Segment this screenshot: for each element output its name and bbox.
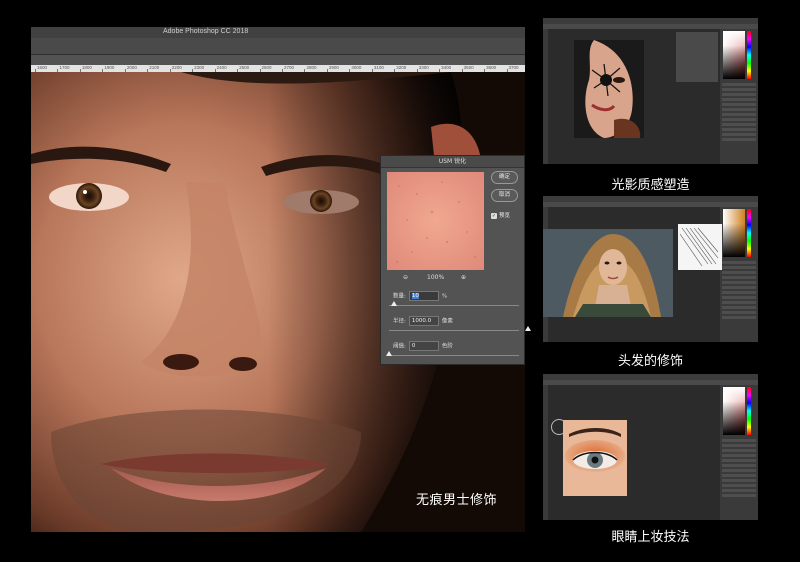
document-tab-bar[interactable]: [31, 55, 525, 65]
woman-hair-photo: [543, 229, 673, 317]
hair-strands-icon: [678, 224, 722, 270]
amount-row: 数量: 10%: [393, 291, 447, 301]
ruler-label: 3000: [351, 65, 362, 70]
color-picker: [723, 387, 745, 435]
thumbnail-eye-makeup[interactable]: [543, 374, 758, 520]
ruler-label: 2000: [126, 65, 137, 70]
threshold-row: 阈值: 0 色阶: [393, 341, 453, 351]
zoom-out-icon[interactable]: ⊖: [403, 274, 408, 281]
ruler-label: 1800: [81, 65, 92, 70]
color-picker: [723, 31, 745, 79]
threshold-label: 阈值:: [393, 343, 406, 350]
radius-unit: 像素: [441, 318, 453, 325]
amount-slider[interactable]: [389, 301, 519, 306]
ruler-label: 2400: [216, 65, 227, 70]
threshold-input[interactable]: 0: [408, 341, 439, 351]
panels: [720, 385, 758, 520]
panels: [720, 29, 758, 164]
ruler-label: 3500: [463, 65, 474, 70]
threshold-slider[interactable]: [386, 351, 519, 356]
toolbar: [543, 29, 548, 164]
radius-label: 半径:: [393, 318, 406, 325]
eye-makeup-photo: [563, 420, 627, 496]
title-bar: Adobe Photoshop CC 2018: [31, 27, 525, 38]
caption-hair: 头发的修饰: [617, 354, 683, 369]
skin-preview: [387, 172, 484, 270]
panels: [720, 207, 758, 342]
preview-label: 预览: [499, 213, 511, 219]
ruler-label: 3600: [486, 65, 497, 70]
ruler-label: 2200: [171, 65, 182, 70]
zoom-in-icon[interactable]: ⊕: [461, 274, 466, 281]
ruler-label: 3100: [373, 65, 384, 70]
properties-panel: [676, 32, 718, 82]
ruler-label: 1900: [104, 65, 115, 70]
threshold-slider-thumb[interactable]: [386, 351, 392, 356]
radius-slider[interactable]: [389, 326, 531, 331]
radius-input[interactable]: 1000.0: [408, 316, 439, 326]
ruler-label: 1600: [37, 65, 48, 70]
options-bar[interactable]: [31, 38, 525, 55]
ruler-label: 2300: [194, 65, 205, 70]
amount-unit: %: [441, 293, 448, 300]
usm-sharpen-dialog: USM 锐化 ⊖ 100% ⊕ 确定 取消 ✓ 预览 数量: 10% 半径: 1…: [380, 155, 531, 365]
ruler-label: 2900: [328, 65, 339, 70]
main-caption: 无痕男士修饰: [416, 493, 498, 508]
thumbnail-light-shadow[interactable]: [543, 18, 758, 164]
amount-slider-thumb[interactable]: [391, 301, 397, 306]
channel-preview: [678, 224, 722, 270]
checkmark-icon: ✓: [491, 212, 497, 219]
ok-button[interactable]: 确定: [491, 171, 518, 184]
toolbar: [543, 385, 548, 520]
ruler-label: 3300: [418, 65, 429, 70]
zoom-level: 100%: [427, 274, 445, 281]
ruler-label: 2800: [306, 65, 317, 70]
caption-eye-makeup: 眼睛上妆技法: [611, 530, 690, 545]
threshold-unit: 色阶: [441, 343, 453, 350]
ruler-label: 2700: [284, 65, 295, 70]
color-picker: [723, 209, 745, 257]
hue-strip: [747, 31, 751, 79]
preview-image[interactable]: [387, 172, 484, 270]
ruler-label: 3200: [396, 65, 407, 70]
radius-row: 半径: 1000.0 像素: [393, 316, 453, 326]
window-title: Adobe Photoshop CC 2018: [163, 28, 249, 35]
radius-slider-thumb[interactable]: [525, 326, 531, 331]
ruler-label: 2100: [149, 65, 160, 70]
ruler-label: 1700: [59, 65, 70, 70]
woman-spider-photo: [574, 40, 644, 138]
cancel-button[interactable]: 取消: [491, 189, 518, 202]
ruler-label: 2500: [239, 65, 250, 70]
ruler-label: 3700: [508, 65, 519, 70]
caption-light-shadow: 光影质感塑造: [611, 178, 690, 193]
amount-label: 数量:: [393, 293, 406, 300]
ruler-label: 3400: [441, 65, 452, 70]
thumbnail-hair[interactable]: [543, 196, 758, 342]
amount-input[interactable]: 10: [408, 291, 439, 301]
dialog-title: USM 锐化: [381, 156, 524, 168]
ruler-label: 2600: [261, 65, 272, 70]
preview-checkbox[interactable]: ✓ 预览: [491, 211, 510, 219]
hue-strip: [747, 209, 751, 257]
hue-strip: [747, 387, 751, 435]
